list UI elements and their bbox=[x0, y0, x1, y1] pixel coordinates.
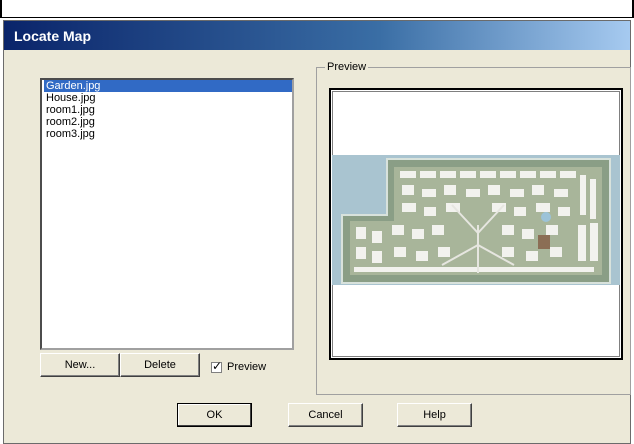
list-item[interactable]: room1.jpg bbox=[44, 104, 292, 116]
help-button-label: Help bbox=[423, 409, 446, 421]
ok-button[interactable]: OK bbox=[177, 403, 252, 427]
list-item[interactable]: room3.jpg bbox=[44, 128, 292, 140]
delete-button[interactable]: Delete bbox=[120, 353, 200, 377]
preview-group-label: Preview bbox=[325, 61, 369, 73]
preview-groupbox: Preview bbox=[316, 61, 631, 395]
delete-button-label: Delete bbox=[144, 359, 176, 371]
cancel-button-label: Cancel bbox=[308, 409, 343, 421]
list-item[interactable]: House.jpg bbox=[44, 92, 292, 104]
help-button[interactable]: Help bbox=[397, 403, 472, 427]
new-button-label: New... bbox=[64, 359, 96, 371]
locate-map-dialog: Locate Map Garden.jpg House.jpg room1.jp… bbox=[3, 20, 631, 444]
preview-checkbox[interactable]: ✓ Preview bbox=[211, 359, 266, 375]
site-plan-graphic bbox=[332, 155, 620, 285]
new-button[interactable]: New... bbox=[40, 353, 120, 377]
dialog-titlebar[interactable]: Locate Map bbox=[4, 21, 630, 50]
preview-checkbox-box[interactable]: ✓ bbox=[211, 358, 223, 373]
ok-button-label: OK bbox=[206, 409, 223, 421]
parent-window-frame bbox=[0, 0, 634, 18]
list-item[interactable]: room2.jpg bbox=[44, 116, 292, 128]
preview-checkbox-label: Preview bbox=[227, 361, 267, 373]
checkmark-icon: ✓ bbox=[212, 358, 223, 373]
dialog-title: Locate Map bbox=[14, 28, 92, 44]
preview-frame bbox=[329, 88, 623, 360]
map-preview-image bbox=[332, 155, 620, 285]
map-file-listbox[interactable]: Garden.jpg House.jpg room1.jpg room2.jpg… bbox=[40, 78, 294, 350]
list-item[interactable]: Garden.jpg bbox=[44, 80, 292, 92]
cancel-button[interactable]: Cancel bbox=[288, 403, 363, 427]
